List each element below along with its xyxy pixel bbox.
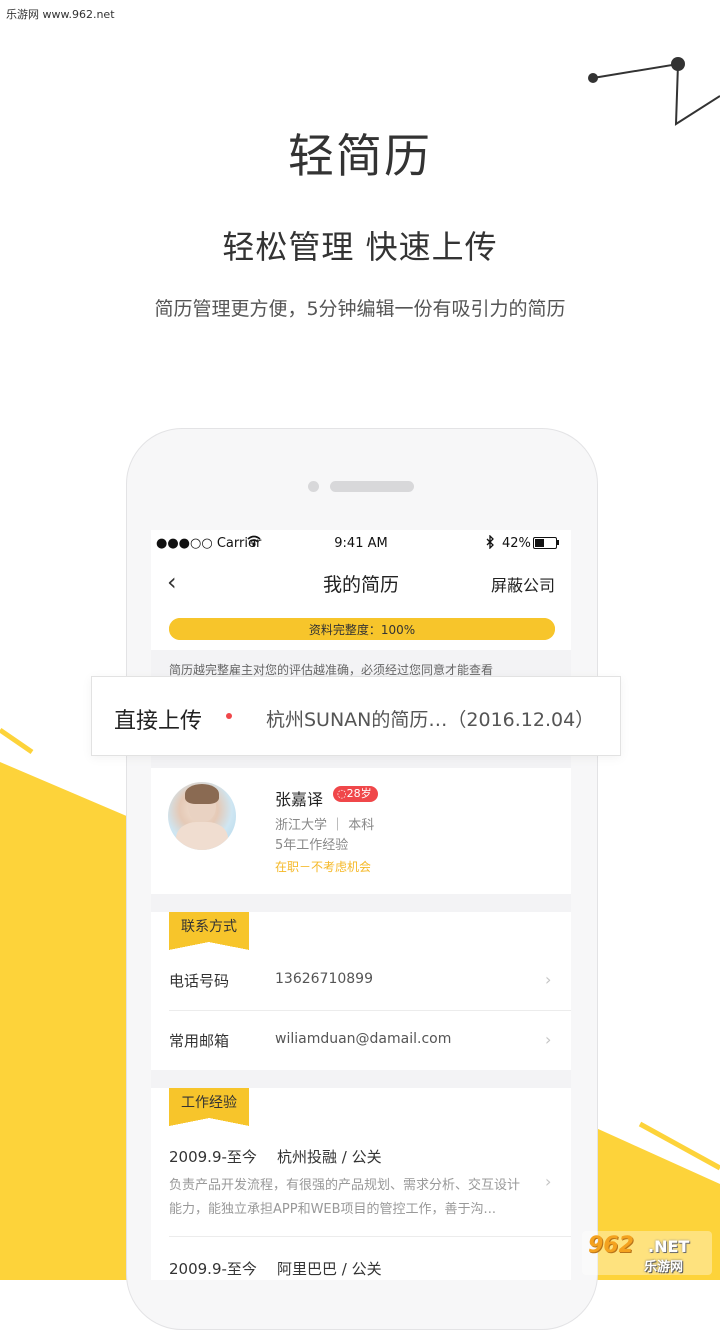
profile-job-status: 在职－不考虑机会 <box>275 860 372 874</box>
chat-bubble-icon: ◌ <box>337 787 347 800</box>
work-section-tag: 工作经验 <box>169 1088 249 1126</box>
profile-education: 浙江大学 ｜ 本科 <box>275 818 375 833</box>
avatar[interactable] <box>168 782 236 850</box>
phone-screen: ●●●○○ Carrier 9:41 AM 42% ‹ 我的简历 屏蔽公司 资料… <box>151 530 571 1280</box>
chevron-right-icon[interactable]: › <box>545 1172 551 1191</box>
logo-net: .NET <box>648 1237 690 1256</box>
completeness-label: 资料完整度：100% <box>308 623 416 637</box>
section-gap <box>151 1070 571 1088</box>
uploaded-file-name[interactable]: 杭州SUNAN的简历…（2016.12.04） <box>266 705 594 732</box>
constellation-dot-large <box>671 57 685 71</box>
phone-camera <box>308 481 319 492</box>
status-bar: ●●●○○ Carrier 9:41 AM 42% <box>151 530 571 558</box>
chevron-right-icon[interactable]: › <box>545 970 551 989</box>
section-gap <box>151 894 571 912</box>
yellow-stripe-left <box>0 727 34 755</box>
job-company: 杭州投融 / 公关 <box>277 1148 382 1166</box>
phone-speaker <box>330 481 414 492</box>
bluetooth-icon <box>486 535 494 549</box>
constellation-line <box>592 62 720 126</box>
row-divider <box>169 1010 571 1011</box>
block-company-button[interactable]: 屏蔽公司 <box>491 572 555 596</box>
profile-experience: 5年工作经验 <box>275 838 349 853</box>
site-logo-watermark: 962 .NET 乐游网 <box>582 1231 712 1275</box>
red-dot-icon <box>226 713 232 719</box>
phone-label: 电话号码 <box>169 972 230 990</box>
email-value[interactable]: wiliamduan@damail.com <box>275 1031 451 1047</box>
job-period: 2009.9-至今 <box>169 1260 257 1278</box>
hero-description: 简历管理更方便，5分钟编辑一份有吸引力的简历 <box>154 298 566 320</box>
logo-name: 乐游网 <box>644 1260 684 1275</box>
nav-bar: ‹ 我的简历 屏蔽公司 <box>151 560 571 604</box>
job-period: 2009.9-至今 <box>169 1148 257 1166</box>
email-label: 常用邮箱 <box>169 1032 230 1050</box>
chevron-right-icon[interactable]: › <box>545 1030 551 1049</box>
hero-title: 轻简历 <box>288 129 432 183</box>
constellation-dot-small <box>588 73 598 83</box>
battery-icon <box>533 537 557 549</box>
direct-upload-label[interactable]: 直接上传 <box>114 703 202 735</box>
row-divider <box>169 1236 571 1237</box>
profile-name: 张嘉译 <box>275 790 324 809</box>
completeness-bar: 资料完整度：100% <box>169 618 555 640</box>
battery-percent: 42% <box>502 536 531 551</box>
age-label: 28岁 <box>346 787 372 800</box>
upload-popup[interactable]: 直接上传 杭州SUNAN的简历…（2016.12.04） <box>91 676 621 756</box>
contact-section-tag: 联系方式 <box>169 912 249 950</box>
job-company: 阿里巴巴 / 公关 <box>277 1260 382 1278</box>
logo-number: 962 <box>588 1233 634 1258</box>
job-description: 负责产品开发流程，有很强的产品规划、需求分析、交互设计能力，能独立承担APP和W… <box>169 1178 521 1217</box>
phone-value[interactable]: 13626710899 <box>275 971 373 987</box>
hero-subtitle: 轻松管理 快速上传 <box>222 228 498 266</box>
battery-tip <box>557 540 559 545</box>
age-badge: ◌28岁 <box>333 786 378 802</box>
